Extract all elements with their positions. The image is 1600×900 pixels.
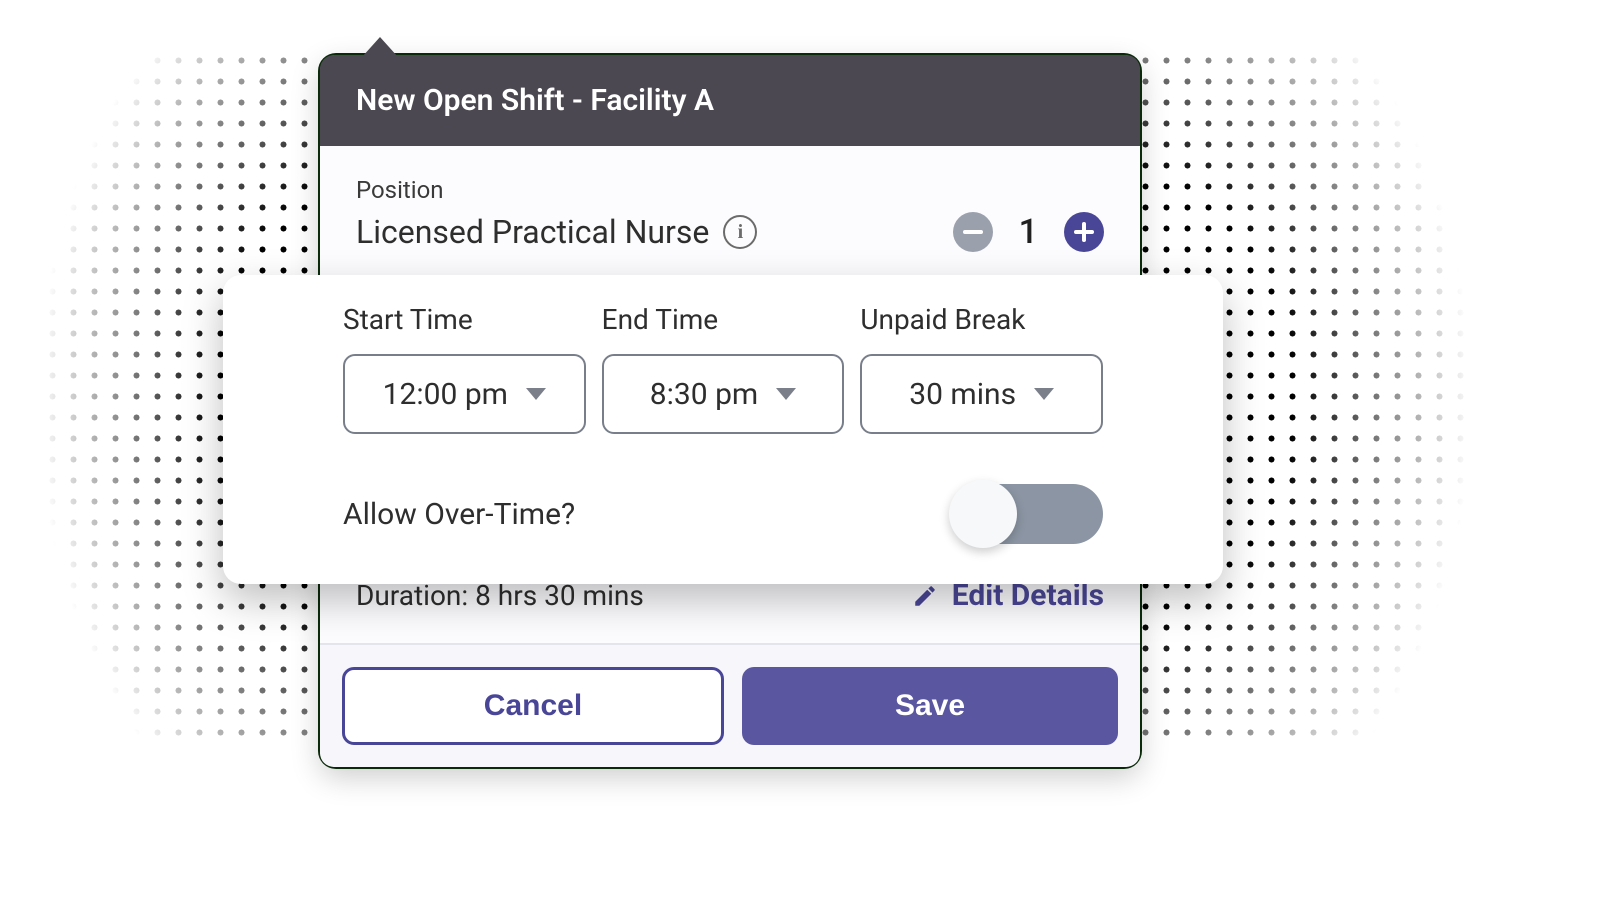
start-time-select[interactable]: 12:00 pm xyxy=(343,354,586,434)
increment-button[interactable] xyxy=(1064,212,1104,252)
position-label: Position xyxy=(356,176,1104,204)
decrement-button[interactable] xyxy=(953,212,993,252)
end-time-value: 8:30 pm xyxy=(650,377,758,412)
overtime-toggle[interactable] xyxy=(953,484,1103,544)
toggle-knob xyxy=(949,480,1017,548)
pencil-icon xyxy=(912,583,938,609)
cancel-button[interactable]: Cancel xyxy=(342,667,724,745)
position-count-stepper: 1 xyxy=(953,212,1104,252)
chevron-down-icon xyxy=(526,388,546,400)
time-panel: Start Time 12:00 pm End Time 8:30 pm Unp… xyxy=(223,275,1223,584)
unpaid-break-value: 30 mins xyxy=(909,377,1016,412)
position-count: 1 xyxy=(1019,212,1038,252)
save-button[interactable]: Save xyxy=(742,667,1118,745)
chevron-down-icon xyxy=(776,388,796,400)
unpaid-break-select[interactable]: 30 mins xyxy=(860,354,1103,434)
position-name: Licensed Practical Nurse xyxy=(356,213,709,251)
start-time-value: 12:00 pm xyxy=(383,377,508,412)
end-time-label: End Time xyxy=(602,303,845,336)
info-icon[interactable]: i xyxy=(723,215,757,249)
chevron-down-icon xyxy=(1034,388,1054,400)
overtime-label: Allow Over-Time? xyxy=(343,497,575,532)
start-time-label: Start Time xyxy=(343,303,586,336)
modal-title: New Open Shift - Facility A xyxy=(320,55,1140,146)
end-time-select[interactable]: 8:30 pm xyxy=(602,354,845,434)
unpaid-break-label: Unpaid Break xyxy=(860,303,1103,336)
